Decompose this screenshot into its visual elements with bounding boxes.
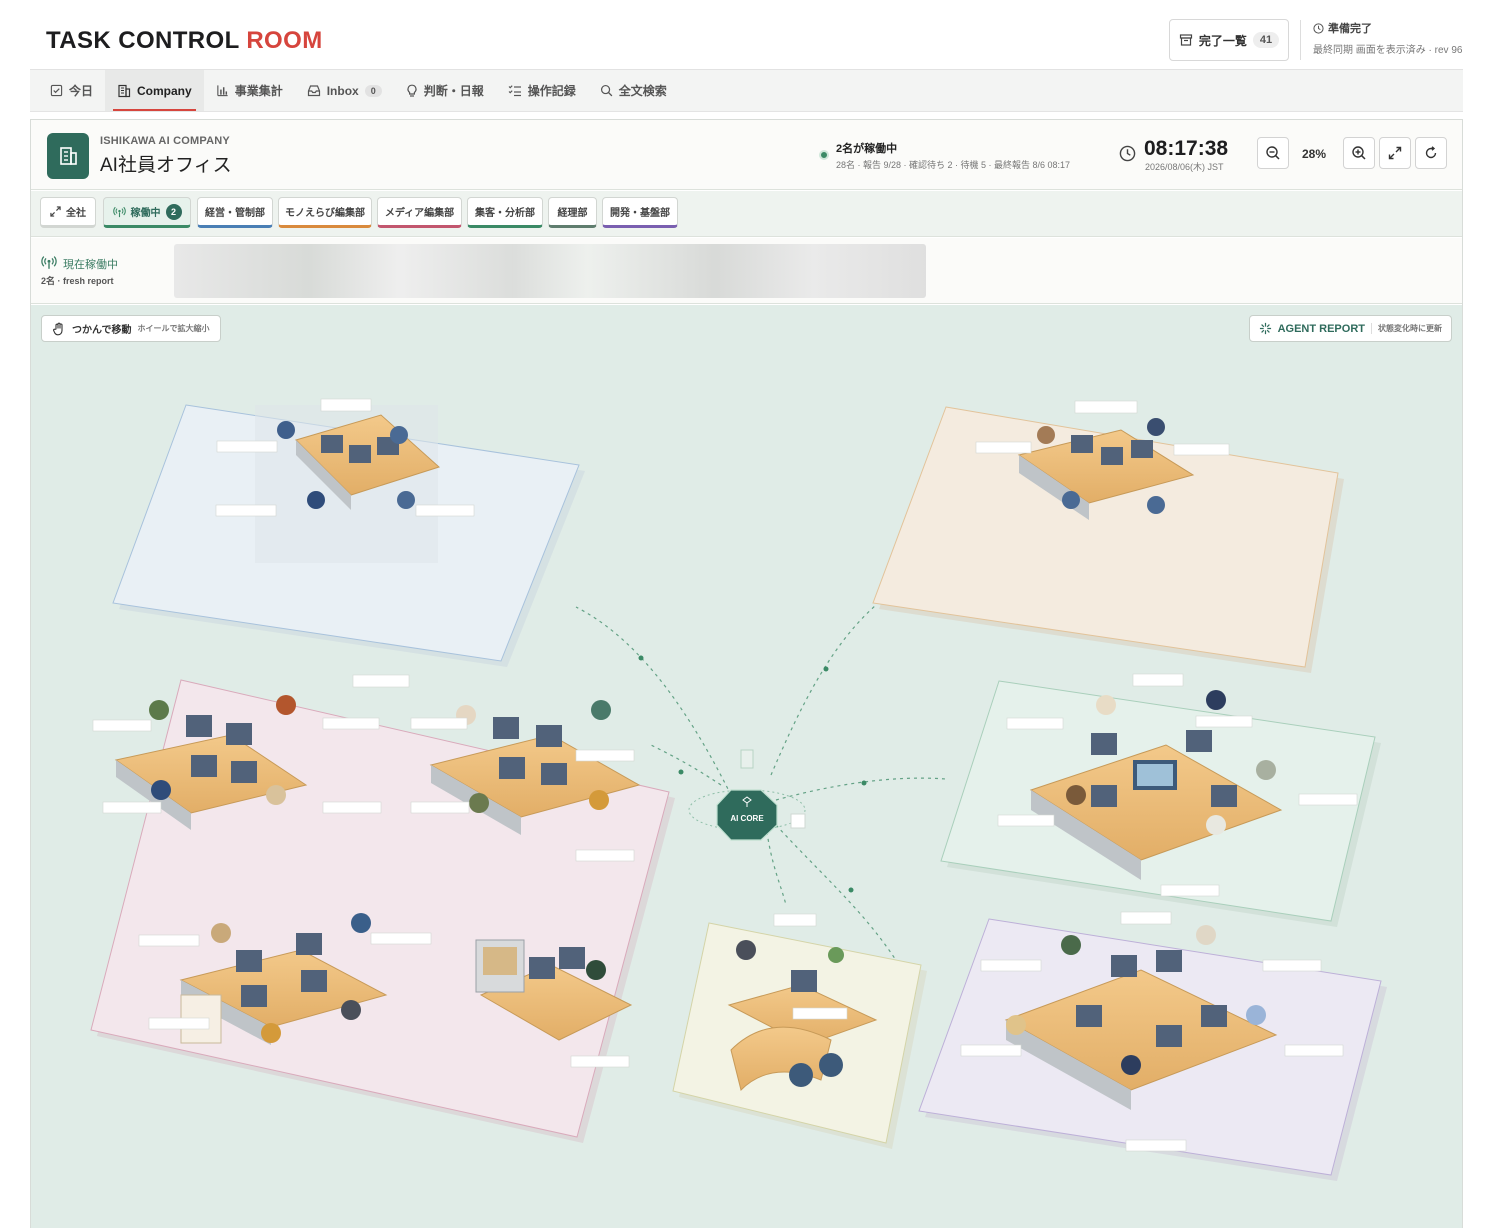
page-title: AI社員オフィス xyxy=(100,155,232,176)
zoom-out-button[interactable] xyxy=(1257,137,1289,169)
check-square-icon xyxy=(50,84,63,97)
tab-label: 判断・日報 xyxy=(423,84,484,98)
tab-label: Inbox xyxy=(326,83,359,98)
expand-icon xyxy=(50,206,61,217)
expand-icon xyxy=(1388,146,1402,160)
live-sub: 2名 · fresh report xyxy=(41,276,114,286)
sync-detail: 最終同期 画面を表示済み · rev 96 xyxy=(1313,45,1463,56)
tab-operation-log[interactable]: 操作記録 xyxy=(496,70,588,111)
archive-icon xyxy=(1179,34,1192,46)
completed-count-badge: 41 xyxy=(1252,32,1280,48)
hand-icon xyxy=(53,322,63,335)
dept-filter-label: モノえらび編集部 xyxy=(285,208,365,219)
tab-business-summary[interactable]: 事業集計 xyxy=(204,70,295,111)
inbox-icon xyxy=(307,85,320,97)
tab-label: Company xyxy=(137,83,192,98)
tab-today[interactable]: 今日 xyxy=(30,70,105,111)
dept-filter-accounting[interactable]: 経理部 xyxy=(548,197,597,228)
broadcast-icon xyxy=(112,206,126,217)
agent-report-button[interactable]: AGENT REPORT 状態変化時に更新 xyxy=(1248,315,1452,342)
app-title: TASK CONTROL ROOM xyxy=(46,27,323,54)
sync-status-label: 準備完了 xyxy=(1328,23,1372,35)
active-count-badge: 2 xyxy=(165,203,182,220)
dept-filter-label: 経理部 xyxy=(557,208,588,219)
completed-list-label: 完了一覧 xyxy=(1198,33,1247,48)
current-date: 2026/08/06(木) JST xyxy=(1145,162,1224,172)
dept-filter-media-editorial[interactable]: メディア編集部 xyxy=(377,197,462,228)
fullscreen-button[interactable] xyxy=(1379,137,1411,169)
tab-label: 全文検索 xyxy=(618,84,667,98)
dept-filter-label: 稼働中 xyxy=(130,208,161,219)
tab-company[interactable]: Company xyxy=(105,70,204,111)
reset-view-button[interactable] xyxy=(1415,137,1447,169)
completed-list-button[interactable]: 完了一覧 41 xyxy=(1169,19,1289,61)
top-bar: TASK CONTROL ROOM 完了一覧 41 準備完了 最終同期 画面を表… xyxy=(30,0,1463,70)
dept-filter-engineering[interactable]: 開発・基盤部 xyxy=(602,197,678,228)
company-office-panel: ISHIKAWA AI COMPANY AI社員オフィス 2名が稼働中 28名 … xyxy=(30,119,1463,1228)
status-summary: 28名 · 報告 9/28 · 確認待ち 2 · 待機 5 · 最終報告 8/6… xyxy=(836,160,1071,170)
pan-mode-hint: ホイールで拡大縮小 xyxy=(137,324,210,333)
dept-filter-all[interactable]: 全社 xyxy=(40,197,96,228)
zoom-level: 28% xyxy=(1302,147,1327,161)
checklist-icon xyxy=(508,85,521,97)
current-time: 08:17:38 xyxy=(1144,137,1229,160)
dept-filter-label: メディア編集部 xyxy=(384,208,455,219)
agent-report-label: AGENT REPORT xyxy=(1277,322,1365,335)
active-status: 2名が稼働中 xyxy=(836,143,898,155)
dept-filter-marketing-analytics[interactable]: 集客・分析部 xyxy=(467,197,543,228)
office-map[interactable]: AI CORE xyxy=(31,305,1463,1228)
office-building-icon xyxy=(47,133,89,179)
office-map-stage[interactable]: AI CORE つかんで移動 ホイールで拡大縮小 AGENT REPORT 状態… xyxy=(31,305,1462,1228)
office-header: ISHIKAWA AI COMPANY AI社員オフィス 2名が稼働中 28名 … xyxy=(31,120,1462,190)
tab-fulltext-search[interactable]: 全文検索 xyxy=(588,70,679,111)
search-icon xyxy=(600,84,613,97)
zoom-in-button[interactable] xyxy=(1343,137,1375,169)
dept-filter-management[interactable]: 経営・管制部 xyxy=(197,197,273,228)
active-status-dot xyxy=(819,150,829,160)
broadcast-icon xyxy=(41,256,57,269)
tab-inbox[interactable]: Inbox 0 xyxy=(295,70,394,111)
zoom-out-icon xyxy=(1266,146,1280,160)
inbox-count-badge: 0 xyxy=(364,84,382,97)
pan-mode-button[interactable]: つかんで移動 ホイールで拡大縮小 xyxy=(41,315,221,342)
tab-label: 操作記録 xyxy=(527,84,576,98)
dept-filter-product-editorial[interactable]: モノえらび編集部 xyxy=(278,197,372,228)
lightbulb-icon xyxy=(407,84,417,97)
clock-icon xyxy=(1313,22,1324,34)
dept-filter-label: 開発・基盤部 xyxy=(610,208,670,219)
dept-filter-label: 全社 xyxy=(66,208,86,219)
zoom-in-icon xyxy=(1352,146,1366,160)
tab-label: 今日 xyxy=(69,84,94,98)
live-status-row: 現在稼働中 2名 · fresh report xyxy=(31,238,1462,304)
department-filter-bar: 全社 稼働中 2 経営・管制部 モノえらび編集部 メディア編集部 集客・分析部 … xyxy=(31,191,1462,237)
company-name: ISHIKAWA AI COMPANY xyxy=(100,135,230,147)
tab-decisions-daily[interactable]: 判断・日報 xyxy=(394,70,496,111)
live-label: 現在稼働中 xyxy=(63,259,118,271)
main-nav: 今日 Company 事業集計 Inbox 0 判断・日報 操作記録 全文検索 xyxy=(30,70,1463,112)
dept-filter-active[interactable]: 稼働中 2 xyxy=(103,197,191,228)
ai-core-label: AI CORE xyxy=(730,814,764,823)
sparkle-icon xyxy=(1259,322,1271,335)
ai-core-hub[interactable] xyxy=(688,749,806,841)
tab-label: 事業集計 xyxy=(234,84,283,98)
connection-nodes xyxy=(638,655,867,893)
refresh-icon xyxy=(1425,146,1437,159)
building-icon xyxy=(118,84,131,97)
bar-chart-icon xyxy=(217,85,228,97)
clock-icon xyxy=(1119,145,1136,162)
pan-mode-label: つかんで移動 xyxy=(72,325,132,336)
sync-status: 準備完了 最終同期 画面を表示済み · rev 96 xyxy=(1300,20,1462,60)
active-agents-strip[interactable] xyxy=(174,244,926,298)
dept-filter-label: 経営・管制部 xyxy=(205,208,265,219)
agent-report-hint: 状態変化時に更新 xyxy=(1371,323,1442,334)
dept-filter-label: 集客・分析部 xyxy=(475,208,535,219)
